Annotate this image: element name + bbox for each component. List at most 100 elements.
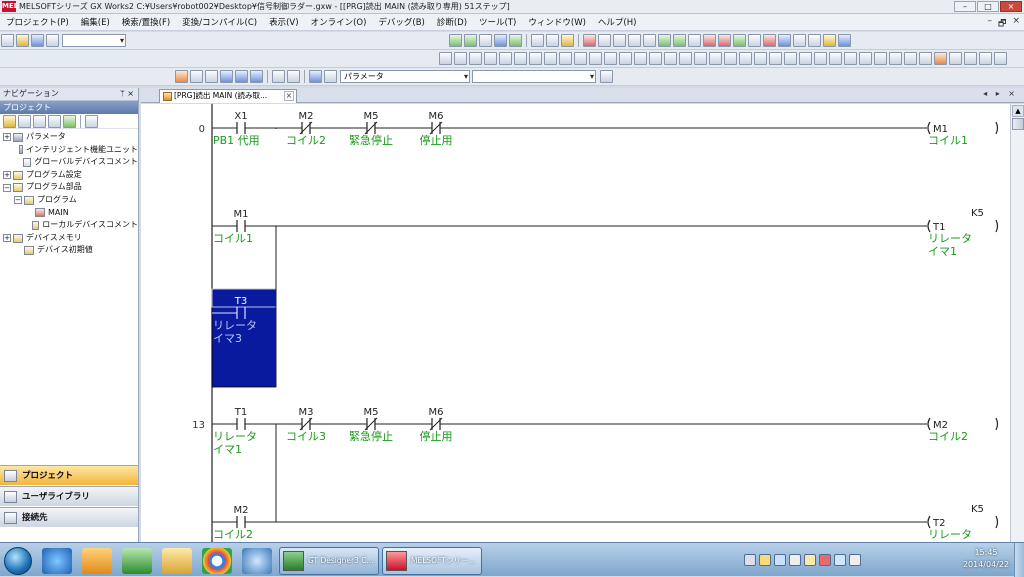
explorer-folder-icon[interactable] [162,548,192,574]
menu-edit[interactable]: 編集(E) [75,16,116,28]
chart-app-icon[interactable] [122,548,152,574]
menu-debug[interactable]: デバッグ(B) [372,16,430,28]
expander-icon[interactable]: − [14,196,22,205]
help-icon[interactable] [309,70,322,83]
debug-icon[interactable] [808,34,821,47]
simulation-icon[interactable] [793,34,806,47]
writemode-icon[interactable] [829,52,842,65]
label-icon[interactable] [919,52,932,65]
monitor-window-icon[interactable] [220,70,233,83]
write-plc-icon[interactable] [703,34,716,47]
nav-bottom-button[interactable]: 接続先 [0,507,138,527]
template-icon[interactable] [904,52,917,65]
zoom-icon[interactable] [844,52,857,65]
tree-item[interactable]: − プログラム部品 [0,181,138,194]
open-folder-icon[interactable] [16,34,29,47]
contact-no-icon[interactable] [439,52,452,65]
note-icon[interactable] [769,52,782,65]
menu-compile[interactable]: 変換/コンパイル(C) [176,16,263,28]
secondary-combo[interactable] [472,70,596,83]
entry-data-icon[interactable] [546,34,559,47]
monitor-icon[interactable] [494,34,507,47]
navigation-window-icon[interactable] [175,70,188,83]
scroll-thumb[interactable] [1012,118,1024,130]
scroll-up-icon[interactable]: ▲ [1012,105,1024,117]
new-data-icon[interactable] [3,114,16,128]
comment-icon[interactable] [739,52,752,65]
tab-main-ladder[interactable]: [PRG]読出 MAIN (読み取... × [159,89,297,103]
ladder-editor[interactable]: 0 X1 PB1 代用 M2 コイル2 M5 緊急停止 M6 停止用 M1 コイル1 M1 コイル1 T1… [141,104,1010,542]
grid-icon[interactable] [874,52,887,65]
window-icon[interactable] [838,34,851,47]
instruction-icon[interactable] [514,52,527,65]
properties-icon[interactable] [600,70,613,83]
option-icon[interactable] [823,34,836,47]
tree-item[interactable]: + デバイスメモリ [0,232,138,245]
readmode-icon[interactable] [814,52,827,65]
wifi-tray-icon[interactable] [834,554,846,566]
network-icon[interactable] [242,548,272,574]
output-window-icon[interactable] [205,70,218,83]
contact-or-nc-icon[interactable] [484,52,497,65]
delete-vline-icon[interactable] [574,52,587,65]
remote-op-icon[interactable] [763,34,776,47]
system-clock[interactable]: 15:45 2014/04/22 [962,547,1010,571]
show-desktop-button[interactable] [1014,543,1024,577]
verify-plc-icon[interactable] [718,34,731,47]
nav-bottom-button[interactable]: プロジェクト [0,465,138,485]
tab-scroll-arrows[interactable]: ◂ ▸ × [983,89,1018,98]
taskbar-window-melsoft[interactable]: MELSOFTシリー... [382,547,482,575]
language-icon[interactable] [744,554,756,566]
device-list-icon[interactable] [994,52,1007,65]
maximize-button[interactable]: □ [977,1,999,12]
watch-icon[interactable] [561,34,574,47]
search-toolbar-icon[interactable] [979,52,992,65]
tree-item[interactable]: MAIN [0,207,138,220]
device-batch-icon[interactable] [531,34,544,47]
falling-pulse-icon[interactable] [604,52,617,65]
mdi-close-button[interactable]: × [1012,16,1020,32]
new-file-icon[interactable] [1,34,14,47]
watch-window-icon[interactable] [235,70,248,83]
nav-menu-icon[interactable] [85,114,98,128]
vertical-scrollbar[interactable]: ▲ [1010,104,1024,542]
tree-item[interactable]: ローカルデバイスコメント [0,219,138,232]
read-plc-icon[interactable] [688,34,701,47]
help-tray-icon[interactable] [774,554,786,566]
menu-window[interactable]: ウィンドウ(W) [522,16,592,28]
save-icon[interactable] [31,34,44,47]
parameter-combo[interactable]: パラメータ [340,70,470,83]
convert-icon[interactable] [673,34,686,47]
operation-result-icon[interactable] [679,52,692,65]
menu-online[interactable]: オンライン(O) [305,16,373,28]
line-input-icon[interactable] [709,52,722,65]
start-button[interactable] [4,547,32,575]
mdi-restore-button[interactable]: 🗗 [998,16,1006,32]
internet-explorer-icon[interactable] [42,548,72,574]
device-find-icon[interactable] [272,70,285,83]
flag-icon[interactable] [804,554,816,566]
print-ladder-icon[interactable] [889,52,902,65]
nav-paste-icon[interactable] [33,114,46,128]
ladder-select-icon[interactable] [934,52,947,65]
expander-icon[interactable]: + [3,133,11,142]
copy-icon[interactable] [598,34,611,47]
tree-item[interactable]: − プログラム [0,194,138,207]
contact-or-icon[interactable] [469,52,482,65]
contact-nc-icon[interactable] [454,52,467,65]
binoculars-icon[interactable] [324,70,337,83]
taskbar-window-gtdesigner[interactable]: GT Designer3 C... [279,547,379,575]
cut-icon[interactable] [583,34,596,47]
vline-icon[interactable] [544,52,557,65]
nav-bottom-button[interactable]: ユーザライブラリ [0,486,138,506]
monitor-start-icon[interactable] [509,34,522,47]
undo-icon[interactable] [628,34,641,47]
tree-item[interactable]: + パラメータ [0,131,138,144]
menu-view[interactable]: 表示(V) [263,16,304,28]
menu-project[interactable]: プロジェクト(P) [0,16,75,28]
ladder-verify-icon[interactable] [479,34,492,47]
mode-icon[interactable] [799,52,812,65]
nav-copy-icon[interactable] [18,114,31,128]
hline-icon[interactable] [529,52,542,65]
ladder-write-icon[interactable] [449,34,462,47]
